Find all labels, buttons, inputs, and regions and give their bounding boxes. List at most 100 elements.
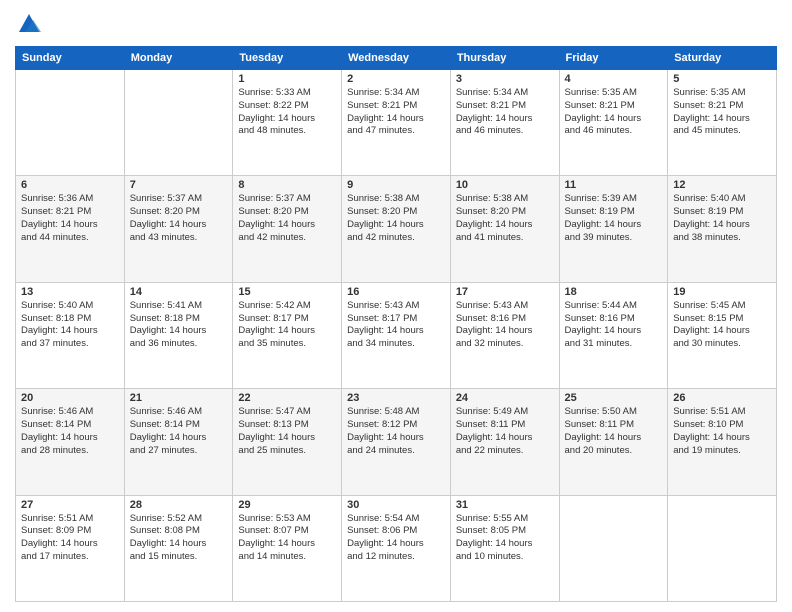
week-row-5: 27Sunrise: 5:51 AMSunset: 8:09 PMDayligh… [16,495,777,601]
day-number: 2 [347,73,445,85]
week-row-2: 6 Sunrise: 5:36 AMSunset: 8:21 PMDaylight… [16,176,777,282]
day-number: 19 [673,286,771,298]
day-cell [668,495,777,601]
page: SundayMondayTuesdayWednesdayThursdayFrid… [0,0,792,612]
day-info: Sunrise: 5:39 AMSunset: 8:19 PMDaylight:… [565,193,663,244]
week-row-4: 20 Sunrise: 5:46 AMSunset: 8:14 PMDayligh… [16,389,777,495]
day-number: 29 [238,499,336,511]
day-number: 1 [238,73,336,85]
day-number: 28 [130,499,228,511]
day-info: Sunrise: 5:45 AMSunset: 8:15 PMDaylight:… [673,300,771,351]
day-number: 18 [565,286,663,298]
day-cell: 22 Sunrise: 5:47 AMSunset: 8:13 PMDayligh… [233,389,342,495]
weekday-header-thursday: Thursday [450,47,559,70]
day-cell: 6 Sunrise: 5:36 AMSunset: 8:21 PMDaylight… [16,176,125,282]
day-info: Sunrise: 5:54 AMSunset: 8:06 PMDaylight:… [347,513,445,564]
day-info: Sunrise: 5:41 AMSunset: 8:18 PMDaylight:… [130,300,228,351]
day-info: Sunrise: 5:51 AMSunset: 8:10 PMDaylight:… [673,406,771,457]
day-number: 23 [347,392,445,404]
day-number: 17 [456,286,554,298]
day-cell: 11Sunrise: 5:39 AMSunset: 8:19 PMDayligh… [559,176,668,282]
day-info: Sunrise: 5:34 AMSunset: 8:21 PMDaylight:… [456,87,554,138]
day-info: Sunrise: 5:52 AMSunset: 8:08 PMDaylight:… [130,513,228,564]
weekday-header-sunday: Sunday [16,47,125,70]
day-info: Sunrise: 5:37 AMSunset: 8:20 PMDaylight:… [130,193,228,244]
day-cell: 12Sunrise: 5:40 AMSunset: 8:19 PMDayligh… [668,176,777,282]
day-cell: 16 Sunrise: 5:43 AMSunset: 8:17 PMDayligh… [342,282,451,388]
day-number: 15 [238,286,336,298]
day-number: 30 [347,499,445,511]
day-cell [559,495,668,601]
day-cell: 30 Sunrise: 5:54 AMSunset: 8:06 PMDayligh… [342,495,451,601]
day-number: 24 [456,392,554,404]
day-cell: 18 Sunrise: 5:44 AMSunset: 8:16 PMDayligh… [559,282,668,388]
day-number: 22 [238,392,336,404]
day-info: Sunrise: 5:36 AMSunset: 8:21 PMDaylight:… [21,193,119,244]
day-cell: 8 Sunrise: 5:37 AMSunset: 8:20 PMDaylight… [233,176,342,282]
weekday-header-wednesday: Wednesday [342,47,451,70]
day-cell: 21 Sunrise: 5:46 AMSunset: 8:14 PMDayligh… [124,389,233,495]
day-cell: 28 Sunrise: 5:52 AMSunset: 8:08 PMDayligh… [124,495,233,601]
logo [15,10,47,38]
day-info: Sunrise: 5:43 AMSunset: 8:17 PMDaylight:… [347,300,445,351]
day-cell: 25 Sunrise: 5:50 AMSunset: 8:11 PMDayligh… [559,389,668,495]
weekday-header-row: SundayMondayTuesdayWednesdayThursdayFrid… [16,47,777,70]
day-info: Sunrise: 5:35 AMSunset: 8:21 PMDaylight:… [673,87,771,138]
day-cell: 24 Sunrise: 5:49 AMSunset: 8:11 PMDayligh… [450,389,559,495]
day-info: Sunrise: 5:40 AMSunset: 8:18 PMDaylight:… [21,300,119,351]
day-info: Sunrise: 5:35 AMSunset: 8:21 PMDaylight:… [565,87,663,138]
day-info: Sunrise: 5:46 AMSunset: 8:14 PMDaylight:… [21,406,119,457]
day-number: 14 [130,286,228,298]
day-number: 16 [347,286,445,298]
weekday-header-saturday: Saturday [668,47,777,70]
day-info: Sunrise: 5:38 AMSunset: 8:20 PMDaylight:… [456,193,554,244]
day-info: Sunrise: 5:48 AMSunset: 8:12 PMDaylight:… [347,406,445,457]
week-row-1: 1 Sunrise: 5:33 AMSunset: 8:22 PMDaylight… [16,70,777,176]
day-number: 27 [21,499,119,511]
day-number: 9 [347,179,445,191]
day-info: Sunrise: 5:47 AMSunset: 8:13 PMDaylight:… [238,406,336,457]
calendar: SundayMondayTuesdayWednesdayThursdayFrid… [15,46,777,602]
day-cell: 13 Sunrise: 5:40 AMSunset: 8:18 PMDayligh… [16,282,125,388]
day-info: Sunrise: 5:53 AMSunset: 8:07 PMDaylight:… [238,513,336,564]
day-number: 8 [238,179,336,191]
day-cell: 7Sunrise: 5:37 AMSunset: 8:20 PMDaylight… [124,176,233,282]
day-number: 3 [456,73,554,85]
day-number: 10 [456,179,554,191]
day-cell: 27Sunrise: 5:51 AMSunset: 8:09 PMDayligh… [16,495,125,601]
day-number: 13 [21,286,119,298]
day-cell: 2Sunrise: 5:34 AMSunset: 8:21 PMDaylight… [342,70,451,176]
day-cell [124,70,233,176]
day-cell: 10 Sunrise: 5:38 AMSunset: 8:20 PMDayligh… [450,176,559,282]
day-info: Sunrise: 5:42 AMSunset: 8:17 PMDaylight:… [238,300,336,351]
day-cell: 5Sunrise: 5:35 AMSunset: 8:21 PMDaylight… [668,70,777,176]
day-cell: 26Sunrise: 5:51 AMSunset: 8:10 PMDayligh… [668,389,777,495]
day-info: Sunrise: 5:46 AMSunset: 8:14 PMDaylight:… [130,406,228,457]
day-number: 21 [130,392,228,404]
day-cell: 20 Sunrise: 5:46 AMSunset: 8:14 PMDayligh… [16,389,125,495]
day-cell: 14 Sunrise: 5:41 AMSunset: 8:18 PMDayligh… [124,282,233,388]
day-cell: 31 Sunrise: 5:55 AMSunset: 8:05 PMDayligh… [450,495,559,601]
day-cell: 9Sunrise: 5:38 AMSunset: 8:20 PMDaylight… [342,176,451,282]
weekday-header-tuesday: Tuesday [233,47,342,70]
day-info: Sunrise: 5:49 AMSunset: 8:11 PMDaylight:… [456,406,554,457]
day-number: 20 [21,392,119,404]
day-cell: 15 Sunrise: 5:42 AMSunset: 8:17 PMDayligh… [233,282,342,388]
day-number: 25 [565,392,663,404]
day-info: Sunrise: 5:37 AMSunset: 8:20 PMDaylight:… [238,193,336,244]
day-info: Sunrise: 5:44 AMSunset: 8:16 PMDaylight:… [565,300,663,351]
week-row-3: 13 Sunrise: 5:40 AMSunset: 8:18 PMDayligh… [16,282,777,388]
day-info: Sunrise: 5:33 AMSunset: 8:22 PMDaylight:… [238,87,336,138]
day-number: 4 [565,73,663,85]
day-cell [16,70,125,176]
day-cell: 3 Sunrise: 5:34 AMSunset: 8:21 PMDaylight… [450,70,559,176]
day-info: Sunrise: 5:43 AMSunset: 8:16 PMDaylight:… [456,300,554,351]
day-number: 6 [21,179,119,191]
day-number: 31 [456,499,554,511]
logo-icon [15,10,43,38]
day-cell: 1 Sunrise: 5:33 AMSunset: 8:22 PMDaylight… [233,70,342,176]
day-cell: 19 Sunrise: 5:45 AMSunset: 8:15 PMDayligh… [668,282,777,388]
day-cell: 17 Sunrise: 5:43 AMSunset: 8:16 PMDayligh… [450,282,559,388]
day-info: Sunrise: 5:50 AMSunset: 8:11 PMDaylight:… [565,406,663,457]
day-info: Sunrise: 5:55 AMSunset: 8:05 PMDaylight:… [456,513,554,564]
